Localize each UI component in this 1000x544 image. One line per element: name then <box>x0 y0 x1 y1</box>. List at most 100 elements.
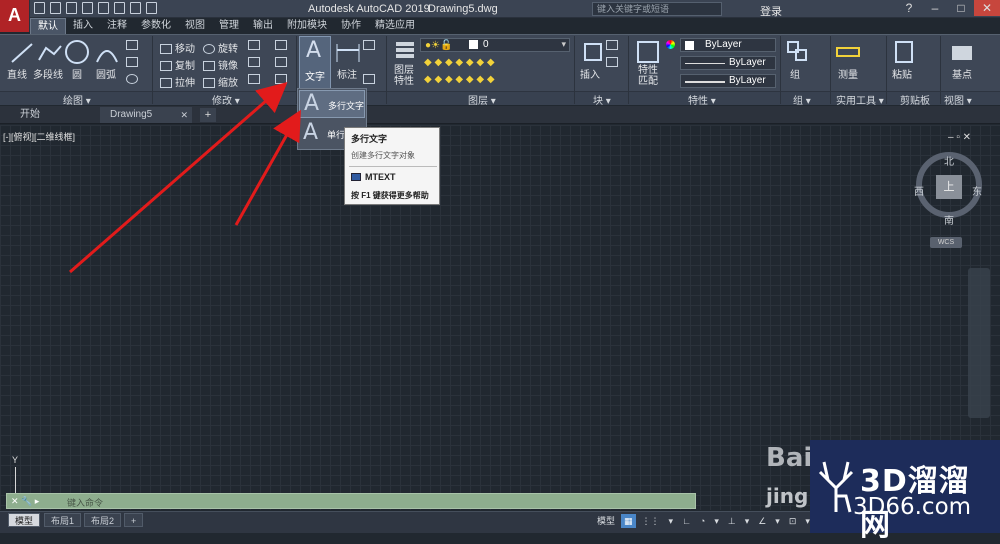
erase-tool[interactable] <box>275 40 290 51</box>
minimize-icon[interactable]: – <box>922 0 948 16</box>
trim-tool[interactable] <box>248 40 263 51</box>
tab-drawing5[interactable]: Drawing5 ✕ <box>100 107 192 123</box>
lineweight-dropdown[interactable]: ByLayer <box>680 74 776 88</box>
view-panel-title[interactable]: 视图 ▾ <box>944 92 972 107</box>
hatch-tool[interactable] <box>126 57 141 68</box>
edit-block-tool[interactable] <box>606 57 621 68</box>
maximize-icon[interactable]: □ <box>948 0 974 16</box>
text-button[interactable]: A 文字 <box>299 36 331 90</box>
osnap-menu[interactable]: ▾ <box>772 514 783 528</box>
object-snap-tracking-toggle[interactable]: ∠ <box>755 514 769 528</box>
array-tool[interactable] <box>248 74 263 85</box>
tab-parametric[interactable]: 参数化 <box>134 18 178 34</box>
match-properties-icon[interactable] <box>634 38 662 66</box>
copy-button[interactable]: 复制 <box>160 57 195 72</box>
dimension-icon[interactable] <box>334 40 362 68</box>
viewport-controls[interactable]: [-][俯视][二维线框] <box>3 130 75 143</box>
application-menu-button[interactable]: A <box>0 0 30 32</box>
search-input[interactable]: 键入关键字或短语 <box>592 2 722 16</box>
layer-dropdown[interactable]: ●☀🔓 0 ▾ <box>420 38 570 52</box>
match-properties-button[interactable]: 特性 匹配 <box>638 65 658 87</box>
line-icon[interactable] <box>8 40 36 68</box>
tab-featured-apps[interactable]: 精选应用 <box>368 18 422 34</box>
move-button[interactable]: 移动 <box>160 40 195 55</box>
draw-panel-title[interactable]: 绘图 ▾ <box>63 92 91 107</box>
tab-model[interactable]: 模型 <box>8 513 41 527</box>
group-icon[interactable] <box>784 38 812 66</box>
compass-east[interactable]: 东 <box>972 183 982 198</box>
base-button[interactable]: 基点 <box>952 66 972 81</box>
create-block-tool[interactable] <box>606 40 621 51</box>
linetype-dropdown[interactable]: ByLayer <box>680 56 776 70</box>
offset-tool[interactable] <box>275 74 290 85</box>
grid-toggle[interactable]: ▦ <box>621 514 636 528</box>
mtext-menu-item[interactable]: A 多行文字 <box>299 90 365 118</box>
layer-properties-button[interactable]: 图层 特性 <box>394 65 414 87</box>
layers-panel-title[interactable]: 图层 ▾ <box>468 92 496 107</box>
share-icon[interactable] <box>146 2 157 14</box>
new-file-icon[interactable] <box>34 2 45 14</box>
paste-icon[interactable] <box>890 38 918 66</box>
base-view-icon[interactable] <box>948 38 976 66</box>
clipboard-panel-title[interactable]: 剪贴板 <box>900 92 930 107</box>
tab-manage[interactable]: 管理 <box>212 18 246 34</box>
redo-icon[interactable] <box>130 2 141 14</box>
save-as-icon[interactable] <box>82 2 93 14</box>
ellipse-tool[interactable] <box>126 74 141 85</box>
groups-panel-title[interactable]: 组 ▾ <box>793 92 811 107</box>
arc-icon[interactable] <box>93 40 121 68</box>
circle-icon[interactable] <box>63 38 91 66</box>
rotate-button[interactable]: 旋转 <box>203 40 238 55</box>
compass-south[interactable]: 南 <box>944 212 954 227</box>
polar-menu[interactable]: ▾ <box>711 514 722 528</box>
snap-menu[interactable]: ▾ <box>666 514 677 528</box>
snap-toggle[interactable]: ⋮⋮ <box>639 514 663 528</box>
viewport-window-controls[interactable]: – ▫ ✕ <box>948 132 971 143</box>
tab-insert[interactable]: 插入 <box>66 18 100 34</box>
new-tab-button[interactable]: + <box>200 108 216 122</box>
polyline-button[interactable]: 多段线 <box>33 66 63 81</box>
tab-output[interactable]: 输出 <box>246 18 280 34</box>
color-dropdown[interactable]: ByLayer <box>680 38 776 52</box>
save-icon[interactable] <box>66 2 77 14</box>
measure-icon[interactable] <box>834 38 862 66</box>
color-wheel-icon[interactable] <box>666 40 675 49</box>
dimension-button[interactable]: 标注 <box>337 66 357 81</box>
lineweight-toggle[interactable]: ⊡ <box>786 514 800 528</box>
tab-addins[interactable]: 附加模块 <box>280 18 334 34</box>
measure-button[interactable]: 测量 <box>838 66 858 81</box>
tab-layout2[interactable]: 布局2 <box>84 513 122 527</box>
wcs-menu[interactable]: WCS <box>930 237 962 248</box>
tab-layout1[interactable]: 布局1 <box>44 513 82 527</box>
login-button[interactable]: 登录 <box>760 3 782 19</box>
scale-button[interactable]: 缩放 <box>203 74 238 89</box>
mirror-button[interactable]: 镜像 <box>203 57 238 72</box>
tab-view[interactable]: 视图 <box>178 18 212 34</box>
arc-button[interactable]: 圆弧 <box>96 66 116 81</box>
table-tool[interactable] <box>363 74 378 85</box>
utilities-panel-title[interactable]: 实用工具 ▾ <box>836 92 884 107</box>
close-tab-icon[interactable]: ✕ <box>180 107 188 123</box>
undo-icon[interactable] <box>114 2 125 14</box>
isodraft-menu[interactable]: ▾ <box>742 514 753 528</box>
polyline-icon[interactable] <box>36 40 64 68</box>
compass-north[interactable]: 北 <box>944 153 954 168</box>
group-button[interactable]: 组 <box>790 66 800 81</box>
layer-tools-row2[interactable]: ◆ ◆ ◆ ◆ ◆ ◆ ◆ <box>424 74 495 85</box>
layer-properties-icon[interactable] <box>392 38 420 66</box>
command-line[interactable]: ✕ 🔧 ▸ 键入命令 <box>6 493 696 509</box>
rectangle-tool[interactable] <box>126 40 141 51</box>
stretch-button[interactable]: 拉伸 <box>160 74 195 89</box>
compass-west[interactable]: 西 <box>914 183 924 198</box>
polar-toggle[interactable]: ◔ <box>697 514 708 528</box>
modify-panel-title[interactable]: 修改 ▾ <box>212 92 240 107</box>
model-space-toggle[interactable]: 模型 <box>594 514 618 528</box>
paste-button[interactable]: 粘贴 <box>892 66 912 81</box>
leader-tool[interactable] <box>363 40 378 51</box>
command-input[interactable]: 键入命令 <box>67 496 103 509</box>
open-file-icon[interactable] <box>50 2 61 14</box>
command-line-icons[interactable]: ✕ 🔧 ▸ <box>11 496 39 507</box>
circle-button[interactable]: 圆 <box>72 66 82 81</box>
tab-start[interactable]: 开始 <box>10 107 50 123</box>
explode-tool[interactable] <box>275 57 290 68</box>
